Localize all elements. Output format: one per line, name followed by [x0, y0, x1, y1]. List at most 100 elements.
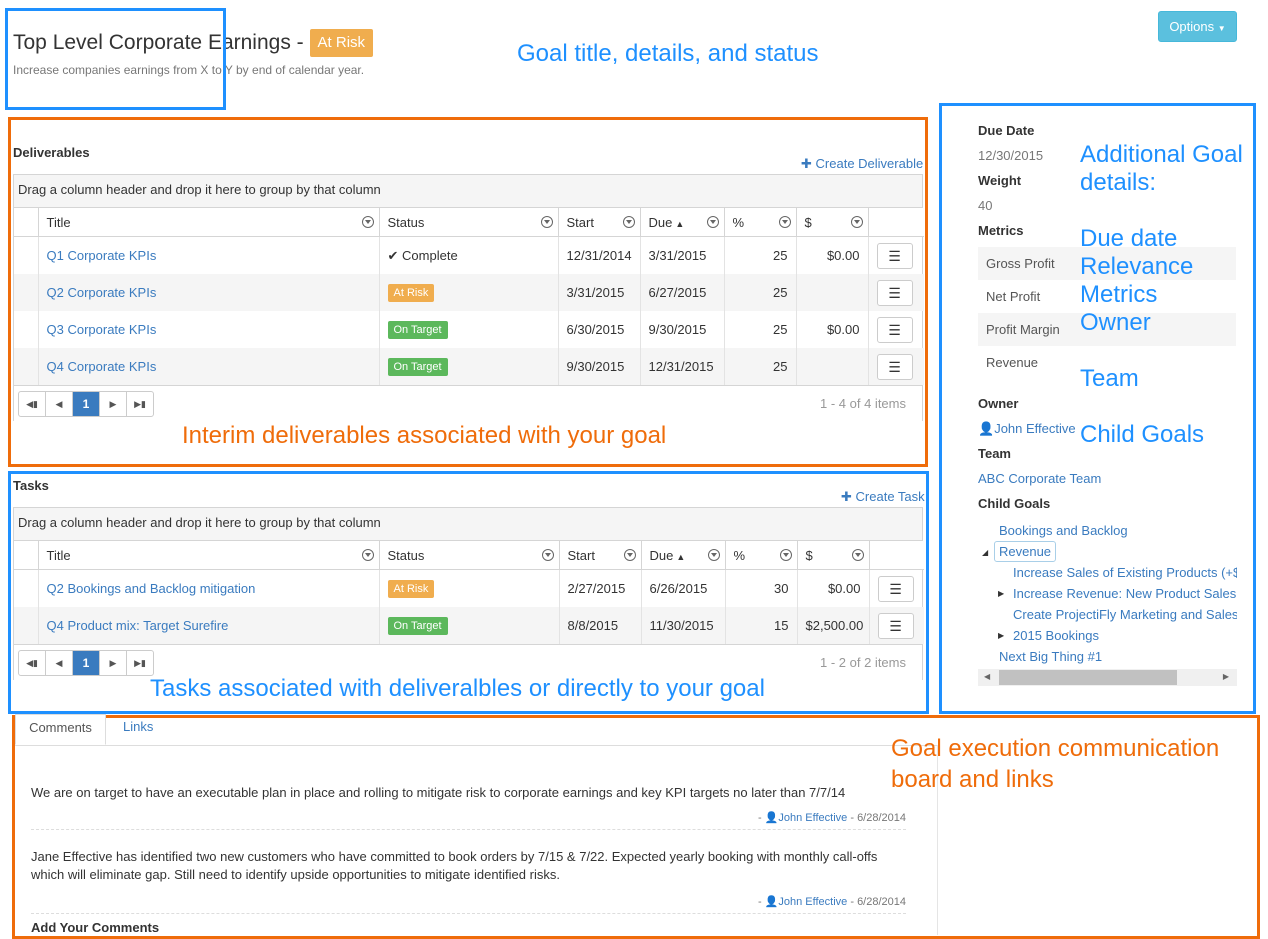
- col-percent[interactable]: %: [723, 208, 796, 237]
- scroll-left-icon[interactable]: ◀: [984, 672, 990, 681]
- col-title[interactable]: Title: [37, 208, 379, 237]
- status-badge: At Risk: [387, 283, 435, 302]
- deliverable-title-link[interactable]: Q4 Corporate KPIs: [47, 359, 157, 374]
- deliverable-title-link[interactable]: Q3 Corporate KPIs: [47, 322, 157, 337]
- filter-icon[interactable]: [361, 549, 374, 561]
- status-cell: ✔ Complete: [378, 236, 558, 274]
- current-page[interactable]: 1: [72, 392, 99, 416]
- options-button[interactable]: Options ▼: [1158, 11, 1237, 42]
- expand-arrow-icon[interactable]: ▶: [998, 589, 1004, 598]
- pager-buttons: ◀▮ ◀ 1 ▶ ▶▮: [18, 650, 154, 676]
- col-due[interactable]: Due ▲: [639, 208, 724, 237]
- child-goal-item[interactable]: Increase Revenue: New Product Sales: [1013, 586, 1236, 601]
- filter-icon[interactable]: [706, 216, 719, 228]
- table-row: Q4 Product mix: Target Surefire On Targe…: [14, 607, 924, 644]
- col-start[interactable]: Start: [558, 541, 641, 570]
- child-goal-item[interactable]: Create ProjectiFly Marketing and Sales: [1013, 607, 1237, 622]
- col-select: [14, 541, 38, 570]
- comment-divider: [31, 829, 906, 830]
- user-icon: 👤: [764, 812, 779, 824]
- col-due[interactable]: Due ▲: [640, 541, 725, 570]
- hamburger-icon: ☰: [889, 617, 902, 634]
- group-hint: Drag a column header and drop it here to…: [14, 175, 922, 208]
- team-link[interactable]: ABC Corporate Team: [978, 471, 1101, 486]
- child-goal-item[interactable]: Bookings and Backlog: [999, 523, 1128, 538]
- filter-icon[interactable]: [779, 549, 792, 561]
- deliverable-title-link[interactable]: Q1 Corporate KPIs: [47, 248, 157, 263]
- col-start[interactable]: Start: [557, 208, 640, 237]
- deliverable-title-link[interactable]: Q2 Corporate KPIs: [47, 285, 157, 300]
- row-menu-button[interactable]: ☰: [877, 612, 914, 639]
- first-page-icon[interactable]: ◀▮: [19, 392, 45, 416]
- col-status[interactable]: Status: [378, 541, 559, 570]
- user-icon: 👤: [978, 421, 995, 436]
- filter-icon[interactable]: [623, 549, 636, 561]
- comment-author-link[interactable]: John Effective: [778, 896, 847, 908]
- child-goal-item[interactable]: 2015 Bookings: [1013, 628, 1099, 643]
- create-task-link[interactable]: ✚ Create Task: [841, 489, 925, 505]
- due-date-label: Due Date: [978, 123, 1035, 138]
- row-menu-button[interactable]: ☰: [876, 279, 913, 306]
- amount-cell: $0.00: [795, 311, 868, 348]
- last-page-icon[interactable]: ▶▮: [126, 651, 153, 675]
- comment-author-link[interactable]: John Effective: [778, 812, 847, 824]
- tasks-grid: Drag a column header and drop it here to…: [13, 507, 924, 681]
- last-page-icon[interactable]: ▶▮: [126, 392, 153, 416]
- pager-buttons: ◀▮ ◀ 1 ▶ ▶▮: [18, 391, 154, 417]
- filter-icon[interactable]: [361, 216, 374, 228]
- next-page-icon[interactable]: ▶: [99, 651, 126, 675]
- first-page-icon[interactable]: ◀▮: [19, 651, 45, 675]
- task-title-link[interactable]: Q2 Bookings and Backlog mitigation: [47, 581, 256, 596]
- child-goal-item[interactable]: Next Big Thing #1: [999, 649, 1102, 664]
- due-date-value: 12/30/2015: [978, 148, 1044, 163]
- filter-icon[interactable]: [540, 216, 553, 228]
- start-cell: 8/8/2015: [558, 607, 641, 644]
- col-amount[interactable]: $: [795, 208, 868, 237]
- comment-date: - 6/28/2014: [850, 812, 906, 824]
- col-amount[interactable]: $: [796, 541, 869, 570]
- create-deliverable-link[interactable]: ✚ Create Deliverable: [801, 156, 923, 172]
- row-menu-button[interactable]: ☰: [876, 242, 913, 269]
- tab-links[interactable]: Links: [123, 714, 153, 740]
- row-menu-button[interactable]: ☰: [877, 575, 914, 602]
- filter-icon[interactable]: [851, 549, 864, 561]
- row-menu-button[interactable]: ☰: [876, 316, 913, 343]
- start-cell: 12/31/2014: [557, 236, 640, 274]
- deliverables-table: Title Status Start Due ▲ % $ Q1 Corporate…: [14, 208, 924, 385]
- tab-comments[interactable]: Comments: [15, 714, 106, 745]
- create-deliverable-label: Create Deliverable: [815, 156, 924, 171]
- next-page-icon[interactable]: ▶: [99, 392, 126, 416]
- col-status[interactable]: Status: [378, 208, 558, 237]
- add-comment-label: Add Your Comments: [31, 920, 160, 935]
- task-title-link[interactable]: Q4 Product mix: Target Surefire: [47, 618, 229, 633]
- scroll-right-icon[interactable]: ▶: [1223, 672, 1229, 681]
- row-menu-button[interactable]: ☰: [876, 353, 913, 380]
- metrics-label: Metrics: [978, 223, 1024, 238]
- filter-icon[interactable]: [707, 549, 720, 561]
- horizontal-scrollbar[interactable]: ◀ ▶: [978, 669, 1237, 686]
- col-title[interactable]: Title: [37, 541, 379, 570]
- filter-icon[interactable]: [850, 216, 863, 228]
- tasks-table: Title Status Start Due ▲ % $ Q2 Bookings …: [14, 541, 924, 644]
- filter-icon[interactable]: [541, 549, 554, 561]
- filter-icon[interactable]: [622, 216, 635, 228]
- scrollbar-thumb[interactable]: [999, 670, 1177, 685]
- child-goal-item-selected[interactable]: Revenue: [994, 541, 1057, 562]
- comment-divider: [31, 913, 906, 914]
- child-goals-tree: Bookings and Backlog ◢ Revenue Increase …: [978, 517, 1237, 669]
- sort-ascending-icon: ▲: [676, 551, 686, 562]
- child-goal-item[interactable]: Increase Sales of Existing Products (+$: [1013, 565, 1237, 580]
- prev-page-icon[interactable]: ◀: [45, 392, 72, 416]
- expand-arrow-icon[interactable]: ▶: [998, 631, 1004, 640]
- owner-link[interactable]: 👤John Effective: [978, 421, 1076, 437]
- sort-ascending-icon: ▲: [675, 218, 685, 229]
- collapse-arrow-icon[interactable]: ◢: [982, 548, 988, 557]
- filter-icon[interactable]: [778, 216, 791, 228]
- due-cell: 6/26/2015: [640, 569, 725, 607]
- pager-info: 1 - 2 of 2 items: [820, 655, 906, 670]
- current-page[interactable]: 1: [72, 651, 99, 675]
- col-percent[interactable]: %: [724, 541, 797, 570]
- due-cell: 9/30/2015: [639, 311, 724, 348]
- deliverables-pager: ◀▮ ◀ 1 ▶ ▶▮ 1 - 4 of 4 items: [14, 385, 922, 422]
- prev-page-icon[interactable]: ◀: [45, 651, 72, 675]
